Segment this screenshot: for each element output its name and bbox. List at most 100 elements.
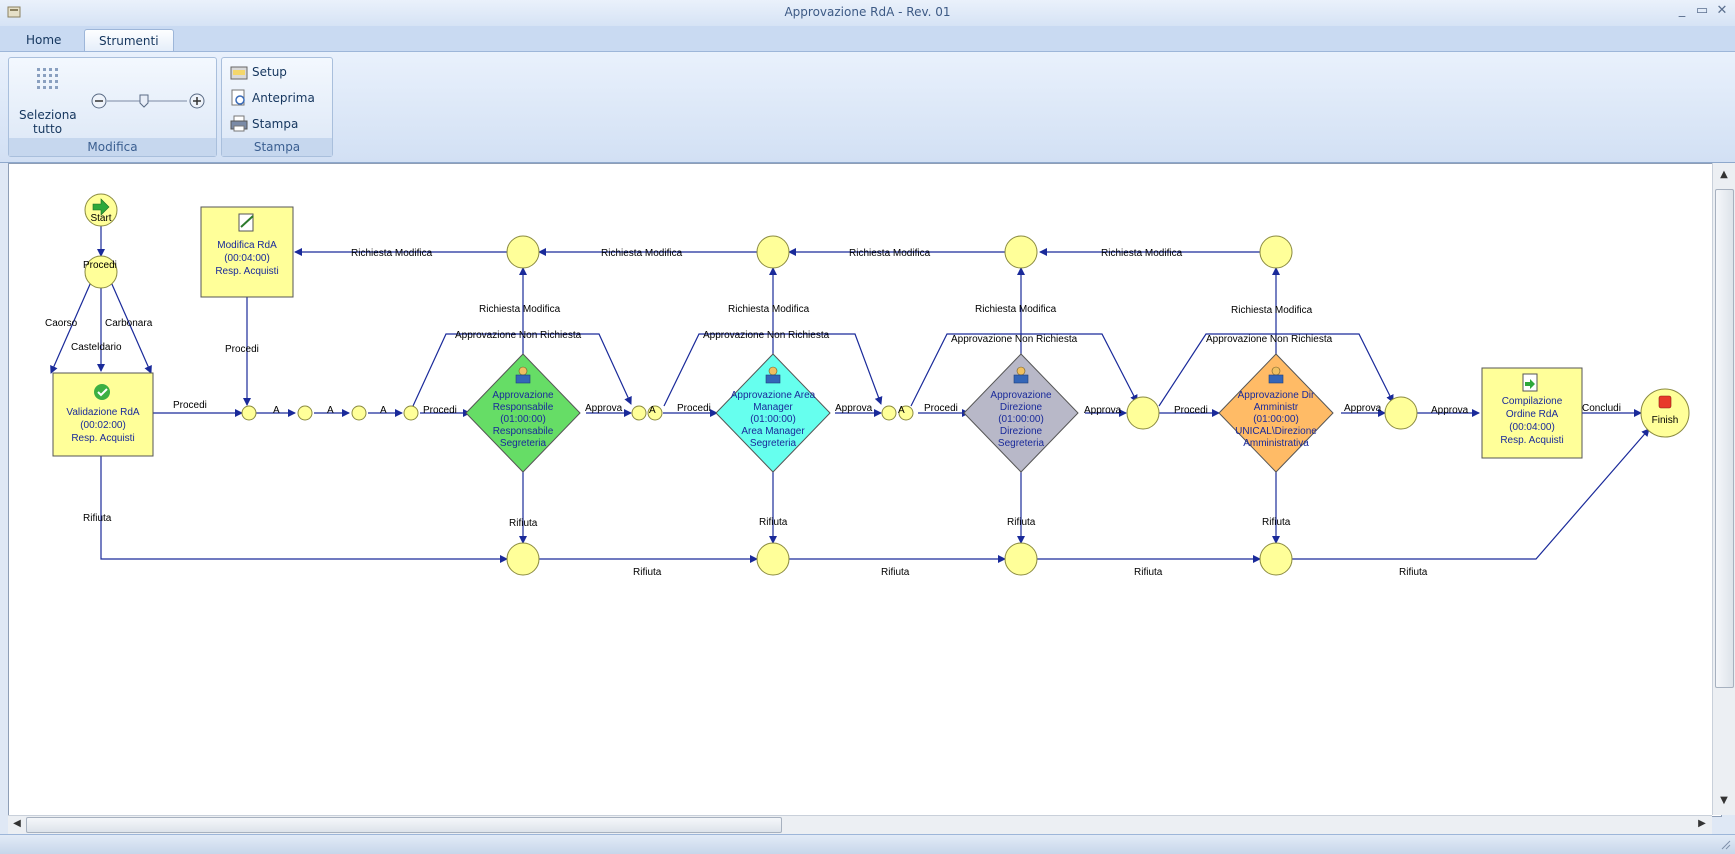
amm-l5: Amministrativa (1243, 438, 1309, 449)
group-label-stampa: Stampa (222, 138, 332, 156)
validazione-role: Resp. Acquisti (71, 433, 134, 444)
decision-approvazione-direzione[interactable]: Approvazione Direzione (01:00:00) Direzi… (963, 353, 1079, 473)
label-rm-up-4: Richiesta Modifica (1231, 305, 1313, 316)
label-a-2: A (327, 405, 334, 416)
document-arrow-icon (1522, 373, 1538, 392)
validazione-duration: (00:02:00) (80, 420, 126, 431)
dir-l5: Segreteria (998, 438, 1045, 449)
maximize-button[interactable]: ▭ (1694, 3, 1710, 18)
amm-l2: Amministr (1254, 402, 1299, 413)
connector-a2 (351, 405, 367, 421)
zoom-slider[interactable] (89, 90, 209, 112)
resp-l5: Segreteria (500, 438, 547, 449)
label-procedi-3: Procedi (924, 403, 958, 414)
connector-rm-4 (1259, 235, 1293, 269)
finish-node[interactable]: Finish (1640, 388, 1690, 438)
start-node[interactable]: Start (84, 193, 118, 227)
start-label: Start (90, 213, 111, 224)
select-all-icon[interactable] (35, 66, 65, 92)
connector-after-4 (1384, 396, 1418, 430)
print-icon (230, 115, 248, 132)
modifica-duration: (00:04:00) (224, 253, 270, 264)
scroll-down-icon[interactable]: ▼ (1716, 793, 1732, 809)
amm-l4: UNICAL\Direzione (1235, 426, 1317, 437)
connector-after-1a (631, 405, 647, 421)
vertical-scroll-thumb[interactable] (1715, 189, 1734, 688)
zoom-slider-thumb (139, 94, 149, 108)
preview-button[interactable]: Anteprima (252, 91, 315, 105)
connector-a3 (403, 405, 419, 421)
label-a-3: A (380, 405, 387, 416)
label-approva-2: Approva (835, 403, 873, 414)
scroll-right-icon[interactable]: ▶ (1694, 816, 1710, 832)
edge-rifiuta-finish (1292, 428, 1650, 560)
comp-l4: Resp. Acquisti (1500, 435, 1563, 446)
am-l5: Segreteria (750, 438, 797, 449)
minimize-button[interactable]: _ (1674, 3, 1690, 18)
label-rifiuta-down-3: Rifiuta (1007, 517, 1036, 528)
task-validazione-rda[interactable]: Validazione RdA (00:02:00) Resp. Acquist… (52, 372, 154, 457)
label-rifiuta-down-1: Rifiuta (509, 518, 538, 529)
connector-a1 (297, 405, 313, 421)
decision-approvazione-dir-amministr[interactable]: Approvazione Dir Amministr (01:00:00) UN… (1218, 353, 1334, 473)
label-rm-2: Richiesta Modifica (601, 248, 683, 259)
close-button[interactable]: ✕ (1714, 3, 1730, 18)
connector-rm-2 (756, 235, 790, 269)
label-rifiuta-h-4: Rifiuta (1399, 567, 1428, 578)
decision-approvazione-area-manager[interactable]: Approvazione Area Manager (01:00:00) Are… (715, 353, 831, 473)
print-button[interactable]: Stampa (252, 117, 298, 131)
am-l3: (01:00:00) (750, 414, 796, 425)
dir-l3: (01:00:00) (998, 414, 1044, 425)
label-rm-3: Richiesta Modifica (849, 248, 931, 259)
scroll-up-icon[interactable]: ▲ (1716, 167, 1732, 183)
label-caorso: Caorso (45, 318, 78, 329)
decision-approvazione-responsabile[interactable]: Approvazione Responsabile (01:00:00) Res… (465, 353, 581, 473)
dir-l2: Direzione (1000, 402, 1043, 413)
am-l2: Manager (753, 402, 793, 413)
diagram-canvas[interactable]: Start Modifica RdA (00:04:00) Resp. Acqu… (8, 163, 1722, 817)
label-procedi-start: Procedi (83, 260, 117, 271)
horizontal-scroll-thumb[interactable] (26, 817, 782, 833)
task-compilazione-ordine[interactable]: Compilazione Ordine RdA (00:04:00) Resp.… (1481, 367, 1583, 459)
label-anr-3: Approvazione Non Richiesta (951, 334, 1078, 345)
label-approva-3: Approva (1084, 405, 1122, 416)
select-all-label-line1[interactable]: Seleziona (19, 108, 77, 122)
connector-rm-1 (506, 235, 540, 269)
label-procedi-modifica: Procedi (225, 344, 259, 355)
ribbon-tabs: Home Strumenti (0, 26, 1735, 52)
tab-strumenti[interactable]: Strumenti (84, 29, 174, 52)
label-casteldario: Casteldario (71, 342, 122, 353)
label-rifiuta-h-3: Rifiuta (1134, 567, 1163, 578)
am-l1: Approvazione Area (731, 390, 816, 401)
vertical-scrollbar[interactable]: ▲ ▼ (1712, 163, 1735, 815)
title-bar: Approvazione RdA - Rev. 01 _ ▭ ✕ (0, 0, 1735, 27)
group-label-modifica: Modifica (9, 138, 216, 156)
label-rm-up-2: Richiesta Modifica (728, 304, 810, 315)
edge-rifiuta-validazione (100, 456, 508, 563)
label-anr-2: Approvazione Non Richiesta (703, 330, 830, 341)
label-a-5: A (898, 405, 905, 416)
label-procedi-4: Procedi (1174, 405, 1208, 416)
label-rm-4: Richiesta Modifica (1101, 248, 1183, 259)
scroll-left-icon[interactable]: ◀ (9, 816, 25, 832)
setup-button[interactable]: Setup (252, 65, 287, 79)
stop-icon (1658, 395, 1672, 409)
select-all-label-line2[interactable]: tutto (33, 122, 62, 136)
label-approva-1: Approva (585, 403, 623, 414)
comp-l3: (00:04:00) (1509, 422, 1555, 433)
edit-document-icon (238, 213, 254, 232)
resize-grip-icon[interactable] (1719, 838, 1731, 850)
label-rifiuta-h-2: Rifiuta (881, 567, 910, 578)
label-rm-1: Richiesta Modifica (351, 248, 433, 259)
horizontal-scrollbar[interactable]: ◀ ▶ (8, 815, 1712, 834)
label-approva-4: Approva (1344, 403, 1382, 414)
dir-l4: Direzione (1000, 426, 1043, 437)
dir-l1: Approvazione (990, 390, 1052, 401)
resp-l4: Responsabile (493, 426, 554, 437)
group-stampa: Setup Anteprima Stampa Stampa (221, 57, 333, 157)
tab-home[interactable]: Home (12, 29, 75, 51)
label-procedi-validazione: Procedi (173, 400, 207, 411)
task-modifica-rda[interactable]: Modifica RdA (00:04:00) Resp. Acquisti (200, 206, 294, 298)
connector-after-3 (1126, 396, 1160, 430)
label-a-1: A (273, 405, 280, 416)
